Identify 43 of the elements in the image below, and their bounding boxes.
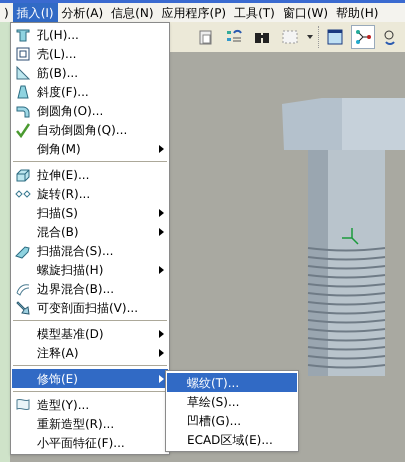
draft-icon: [15, 84, 31, 100]
menu-item[interactable]: 旋转(R)...: [12, 184, 168, 203]
submenu-item[interactable]: 螺纹(T)...: [167, 373, 297, 392]
menu-bar-item[interactable]: 帮助(H): [332, 3, 382, 22]
menu-bar-item[interactable]: 信息(N): [107, 3, 158, 22]
menu-item[interactable]: 斜度(F)...: [12, 82, 168, 101]
menu-item[interactable]: 重新造型(R)...: [12, 414, 168, 433]
menu-item[interactable]: 造型(Y)...: [12, 395, 168, 414]
menu-item[interactable]: 注释(A): [12, 343, 168, 362]
menu-bar-item[interactable]: 插入(I): [12, 3, 58, 22]
menu-item[interactable]: 倒圆角(O)...: [12, 101, 168, 120]
dropdown-caret-icon[interactable]: [306, 34, 314, 40]
menu-bar-item[interactable]: 工具(T): [230, 3, 279, 22]
menu-item[interactable]: 小平面特征(F)...: [12, 433, 168, 452]
submenu-item[interactable]: 凹槽(G)...: [167, 411, 297, 430]
node-graph-icon[interactable]: [351, 25, 375, 49]
menu-item[interactable]: 混合(B): [12, 222, 168, 241]
variable-sweep-icon: [15, 300, 31, 316]
menu-item[interactable]: 可变剖面扫描(V)...: [12, 298, 168, 317]
checkmark-icon: [15, 122, 31, 138]
hole-icon: [15, 26, 31, 42]
menu-item[interactable]: 壳(L)...: [12, 44, 168, 63]
menu-bar-item[interactable]: ): [0, 3, 13, 22]
menu-item[interactable]: 模型基准(D): [12, 324, 168, 343]
style-icon: [15, 396, 31, 412]
menu-bar-item[interactable]: 窗口(W): [278, 3, 332, 22]
menu-bar-item[interactable]: 应用程序(P): [158, 3, 230, 22]
menu-item[interactable]: 螺旋扫描(H): [12, 260, 168, 279]
menu-item[interactable]: 修饰(E): [12, 369, 168, 388]
menu-item[interactable]: 孔(H)...: [12, 25, 168, 44]
rib-icon: [15, 64, 31, 80]
menu-item[interactable]: 自动倒圆角(Q)...: [12, 120, 168, 139]
menu-item[interactable]: 倒角(M): [12, 139, 168, 158]
menu-item[interactable]: 扫描混合(S)...: [12, 241, 168, 260]
shell-icon: [15, 46, 31, 62]
menu-item[interactable]: 拉伸(E)...: [12, 165, 168, 184]
menu-bar-item[interactable]: 分析(A): [58, 3, 108, 22]
menu-item[interactable]: 边界混合(B)...: [12, 279, 168, 298]
extrude-icon: [15, 166, 31, 182]
submenu-item[interactable]: 草绘(S)...: [167, 392, 297, 411]
submenu-item[interactable]: ECAD区域(E)...: [167, 430, 297, 449]
menu-item[interactable]: 筋(B)...: [12, 63, 168, 82]
menu-item[interactable]: 扫描(S): [12, 203, 168, 222]
